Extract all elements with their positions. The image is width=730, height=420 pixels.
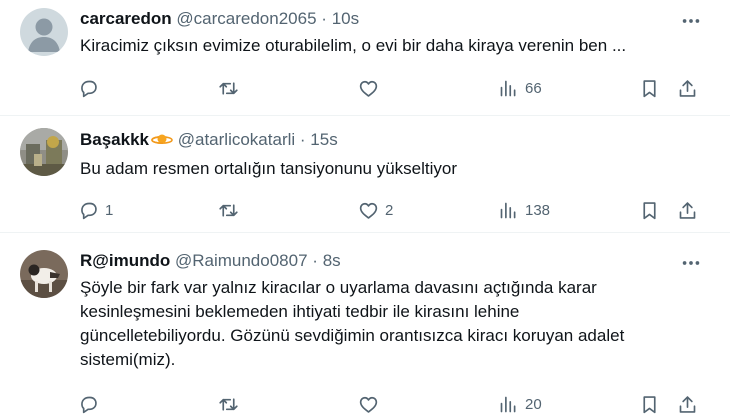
share-button[interactable] bbox=[677, 392, 698, 416]
tweet-actions: 66 bbox=[0, 76, 730, 100]
tweet-actions: 20 bbox=[0, 392, 730, 416]
tweet-1[interactable]: carcaredon @carcaredon2065 · 10s Kiracim… bbox=[0, 0, 730, 116]
views-chart-icon bbox=[500, 80, 516, 96]
timestamp[interactable]: 15s bbox=[310, 130, 337, 149]
display-name[interactable]: carcaredon bbox=[80, 9, 172, 28]
avatar-photo-icon bbox=[20, 250, 68, 298]
tweet-header: Başakkk @atarlicokatarli · 15s bbox=[80, 129, 338, 151]
retweet-button[interactable] bbox=[218, 76, 245, 100]
more-horizontal-icon[interactable] bbox=[680, 10, 702, 32]
reply-button[interactable] bbox=[78, 392, 105, 416]
like-count: 2 bbox=[385, 201, 394, 219]
like-button[interactable]: 2 bbox=[358, 198, 393, 222]
separator-dot: · bbox=[299, 130, 306, 149]
timestamp[interactable]: 8s bbox=[323, 251, 341, 270]
tweet-text: Bu adam resmen ortalığın tansiyonunu yük… bbox=[80, 159, 458, 178]
views-chart-icon bbox=[500, 202, 516, 218]
bookmark-icon bbox=[643, 201, 656, 219]
user-handle[interactable]: @carcaredon2065 bbox=[176, 9, 316, 28]
separator-dot: · bbox=[321, 9, 327, 28]
default-avatar-icon bbox=[20, 8, 68, 56]
reply-icon bbox=[81, 80, 97, 97]
reply-icon bbox=[81, 202, 97, 219]
avatar[interactable] bbox=[20, 250, 68, 298]
orange-planet-emoji-icon bbox=[151, 130, 173, 145]
retweet-icon bbox=[219, 203, 238, 217]
bookmark-icon bbox=[643, 395, 656, 413]
retweet-icon bbox=[219, 81, 238, 95]
user-handle[interactable]: @atarlicokatarli bbox=[178, 130, 295, 149]
retweet-button[interactable] bbox=[218, 392, 245, 416]
more-horizontal-icon[interactable] bbox=[680, 252, 702, 274]
tweet-3[interactable]: R@imundo @Raimundo0807 · 8s Şöyle bir fa… bbox=[0, 234, 730, 420]
bookmark-button[interactable] bbox=[639, 392, 660, 416]
heart-icon bbox=[359, 396, 378, 413]
bookmark-icon bbox=[643, 79, 656, 97]
share-icon bbox=[679, 79, 696, 97]
heart-icon bbox=[359, 202, 378, 219]
heart-icon bbox=[359, 80, 378, 97]
view-count: 138 bbox=[525, 201, 551, 219]
tweet-header: R@imundo @Raimundo0807 · 8s bbox=[80, 250, 341, 272]
tweet-header: carcaredon @carcaredon2065 · 10s bbox=[80, 8, 359, 30]
views-button[interactable]: 138 bbox=[498, 198, 550, 222]
avatar[interactable] bbox=[20, 128, 68, 176]
share-button[interactable] bbox=[677, 76, 698, 100]
tweet-2[interactable]: Başakkk @atarlicokatarli · 15s Bu adam r… bbox=[0, 117, 730, 233]
avatar[interactable] bbox=[20, 8, 68, 56]
separator-dot: · bbox=[312, 251, 318, 270]
like-button[interactable] bbox=[358, 392, 385, 416]
tweet-text: Kiracimiz çıksın evimize oturabilelim, o… bbox=[80, 36, 627, 55]
display-name[interactable]: R@imundo bbox=[80, 251, 170, 270]
reply-icon bbox=[81, 396, 97, 413]
views-button[interactable]: 66 bbox=[498, 76, 542, 100]
view-count: 66 bbox=[525, 79, 542, 97]
tweet-actions: 1 2 138 bbox=[0, 198, 730, 222]
share-button[interactable] bbox=[677, 198, 698, 222]
timestamp[interactable]: 10s bbox=[332, 9, 359, 28]
retweet-button[interactable] bbox=[218, 198, 245, 222]
views-chart-icon bbox=[500, 396, 516, 412]
share-icon bbox=[679, 201, 696, 219]
share-icon bbox=[679, 395, 696, 413]
like-button[interactable] bbox=[358, 76, 385, 100]
user-handle[interactable]: @Raimundo0807 bbox=[175, 251, 308, 270]
bookmark-button[interactable] bbox=[639, 76, 660, 100]
reply-count: 1 bbox=[105, 201, 114, 219]
avatar-photo-icon bbox=[20, 128, 68, 176]
views-button[interactable]: 20 bbox=[498, 392, 542, 416]
bookmark-button[interactable] bbox=[639, 198, 660, 222]
display-name[interactable]: Başakkk bbox=[80, 130, 149, 149]
reply-button[interactable] bbox=[78, 76, 105, 100]
reply-button[interactable]: 1 bbox=[78, 198, 113, 222]
tweet-text: Şöyle bir fark var yalnız kiracılar o uy… bbox=[80, 278, 625, 369]
view-count: 20 bbox=[525, 395, 542, 413]
retweet-icon bbox=[219, 397, 238, 411]
